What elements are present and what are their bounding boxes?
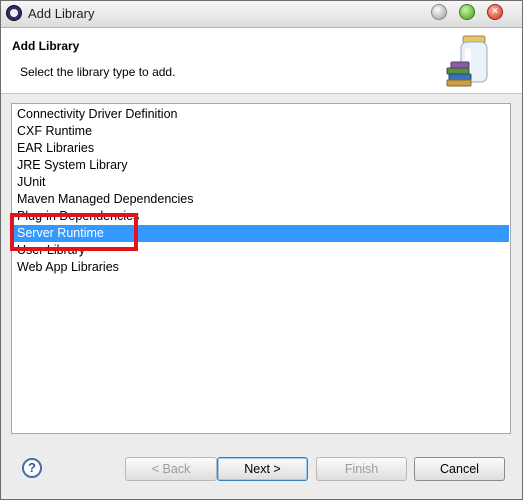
close-icon: × <box>492 6 498 17</box>
library-jar-icon <box>446 35 488 87</box>
add-library-dialog: Add Library × Add Library Select the lib… <box>0 0 523 500</box>
maximize-button[interactable] <box>459 4 475 20</box>
help-button[interactable]: ? <box>22 458 42 478</box>
library-type-list[interactable]: Connectivity Driver Definition CXF Runtim… <box>11 103 511 434</box>
list-item[interactable]: Web App Libraries <box>13 259 509 276</box>
header-banner: Add Library Select the library type to a… <box>1 28 522 94</box>
back-button[interactable]: < Back <box>125 457 217 481</box>
minimize-button[interactable] <box>431 4 447 20</box>
cancel-button[interactable]: Cancel <box>414 457 505 481</box>
list-item[interactable]: CXF Runtime <box>13 123 509 140</box>
close-button[interactable]: × <box>487 4 503 20</box>
page-description: Select the library type to add. <box>20 65 176 79</box>
next-button[interactable]: Next > <box>217 457 308 481</box>
finish-button[interactable]: Finish <box>316 457 407 481</box>
title-bar: Add Library × <box>1 1 522 28</box>
page-title: Add Library <box>12 39 80 53</box>
list-item[interactable]: JRE System Library <box>13 157 509 174</box>
help-icon: ? <box>28 460 36 475</box>
list-item[interactable]: Maven Managed Dependencies <box>13 191 509 208</box>
list-item[interactable]: JUnit <box>13 174 509 191</box>
annotation-highlight-box <box>10 213 138 251</box>
list-item[interactable]: Connectivity Driver Definition <box>13 106 509 123</box>
list-item[interactable]: EAR Libraries <box>13 140 509 157</box>
eclipse-icon <box>6 5 22 21</box>
window-title: Add Library <box>28 6 95 21</box>
